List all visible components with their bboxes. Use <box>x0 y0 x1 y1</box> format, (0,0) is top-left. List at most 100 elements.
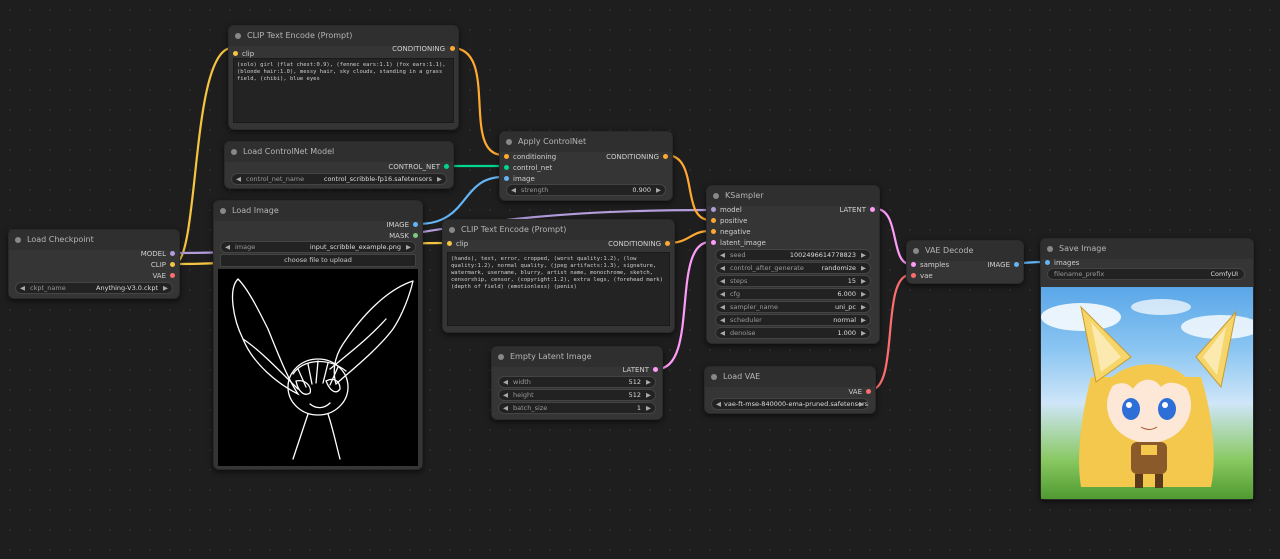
node-title[interactable]: Load ControlNet Model <box>225 142 453 162</box>
output-conditioning[interactable]: CONDITIONING <box>608 239 670 249</box>
arrow-right-icon[interactable]: ▶ <box>861 250 866 260</box>
cfg-widget[interactable]: ◀ cfg 6.000 ▶ <box>715 288 871 300</box>
collapse-dot-icon[interactable] <box>498 354 504 360</box>
port-dot-icon[interactable] <box>447 241 452 246</box>
arrow-right-icon[interactable]: ▶ <box>646 403 651 413</box>
input-clip[interactable]: clip <box>447 239 468 249</box>
node-save-image[interactable]: Save Image images filename_prefix ComfyU… <box>1040 238 1254 500</box>
prompt-textarea[interactable]: (solo) girl (flat chest:0.9), (fennec ea… <box>233 58 454 123</box>
arrow-left-icon[interactable]: ◀ <box>503 403 508 413</box>
arrow-right-icon[interactable]: ▶ <box>861 276 866 286</box>
port-dot-icon[interactable] <box>711 207 716 212</box>
arrow-right-icon[interactable]: ▶ <box>406 242 411 252</box>
vae-name-select[interactable]: ◀ vae-ft-mse-840000-ema-pruned.safetenso… <box>711 398 869 410</box>
port-dot-icon[interactable] <box>1014 262 1019 267</box>
port-dot-icon[interactable] <box>711 240 716 245</box>
filename-prefix-input[interactable]: filename_prefix ComfyUI <box>1047 268 1245 280</box>
port-dot-icon[interactable] <box>911 262 916 267</box>
port-dot-icon[interactable] <box>653 367 658 372</box>
seed-widget[interactable]: ◀ seed 1002496614778823 ▶ <box>715 249 871 261</box>
port-dot-icon[interactable] <box>504 154 509 159</box>
collapse-dot-icon[interactable] <box>506 139 512 145</box>
output-conditioning[interactable]: CONDITIONING <box>392 44 455 54</box>
port-dot-icon[interactable] <box>711 218 716 223</box>
input-image[interactable]: image <box>504 174 535 184</box>
port-dot-icon[interactable] <box>450 46 455 51</box>
arrow-right-icon[interactable]: ▶ <box>861 289 866 299</box>
arrow-right-icon[interactable]: ▶ <box>656 185 661 195</box>
arrow-right-icon[interactable]: ▶ <box>859 399 864 409</box>
arrow-right-icon[interactable]: ▶ <box>646 390 651 400</box>
input-model[interactable]: model <box>711 205 742 215</box>
port-dot-icon[interactable] <box>504 176 509 181</box>
arrow-left-icon[interactable]: ◀ <box>20 283 25 293</box>
output-image[interactable]: IMAGE <box>386 220 418 230</box>
port-dot-icon[interactable] <box>444 164 449 169</box>
output-image[interactable]: IMAGE <box>987 260 1019 270</box>
port-dot-icon[interactable] <box>866 389 871 394</box>
arrow-left-icon[interactable]: ◀ <box>503 390 508 400</box>
width-widget[interactable]: ◀ width 512 ▶ <box>498 376 656 388</box>
node-clip-text-negative[interactable]: CLIP Text Encode (Prompt) clip CONDITION… <box>442 219 675 333</box>
arrow-left-icon[interactable]: ◀ <box>720 328 725 338</box>
port-dot-icon[interactable] <box>413 233 418 238</box>
port-dot-icon[interactable] <box>870 207 875 212</box>
control-net-name-select[interactable]: ◀ control_net_name control_scribble-fp16… <box>231 173 447 185</box>
strength-slider[interactable]: ◀ strength 0.900 ▶ <box>506 184 666 196</box>
arrow-right-icon[interactable]: ▶ <box>437 174 442 184</box>
arrow-left-icon[interactable]: ◀ <box>503 377 508 387</box>
node-load-controlnet[interactable]: Load ControlNet Model CONTROL_NET ◀ cont… <box>224 141 454 189</box>
node-title[interactable]: Empty Latent Image <box>492 347 662 367</box>
output-vae[interactable]: VAE <box>152 271 175 281</box>
arrow-right-icon[interactable]: ▶ <box>861 263 866 273</box>
denoise-widget[interactable]: ◀ denoise 1.000 ▶ <box>715 327 871 339</box>
collapse-dot-icon[interactable] <box>449 227 455 233</box>
arrow-right-icon[interactable]: ▶ <box>646 377 651 387</box>
collapse-dot-icon[interactable] <box>1047 246 1053 252</box>
steps-widget[interactable]: ◀ steps 15 ▶ <box>715 275 871 287</box>
node-title[interactable]: Apply ControlNet <box>500 132 672 152</box>
sampler-name-widget[interactable]: ◀ sampler_name uni_pc ▶ <box>715 301 871 313</box>
input-vae[interactable]: vae <box>911 271 933 281</box>
node-empty-latent[interactable]: Empty Latent Image LATENT ◀ width 512 ▶ ◀ he… <box>491 346 663 420</box>
arrow-left-icon[interactable]: ◀ <box>716 399 721 409</box>
input-conditioning[interactable]: conditioning <box>504 152 556 162</box>
node-title[interactable]: Load VAE <box>705 367 875 387</box>
node-title[interactable]: VAE Decode <box>907 241 1023 261</box>
arrow-left-icon[interactable]: ◀ <box>511 185 516 195</box>
arrow-left-icon[interactable]: ◀ <box>720 302 725 312</box>
node-ksampler[interactable]: KSampler model positive negative latent_… <box>706 185 880 344</box>
input-latent-image[interactable]: latent_image <box>711 238 766 248</box>
port-dot-icon[interactable] <box>170 273 175 278</box>
node-load-vae[interactable]: Load VAE VAE ◀ vae-ft-mse-840000-ema-pru… <box>704 366 876 414</box>
output-clip[interactable]: CLIP <box>151 260 175 270</box>
port-dot-icon[interactable] <box>170 251 175 256</box>
input-images[interactable]: images <box>1045 258 1079 268</box>
port-dot-icon[interactable] <box>1045 260 1050 265</box>
node-title[interactable]: Load Checkpoint <box>9 230 179 250</box>
arrow-left-icon[interactable]: ◀ <box>720 315 725 325</box>
collapse-dot-icon[interactable] <box>713 193 719 199</box>
node-title[interactable]: Load Image <box>214 201 422 221</box>
output-conditioning[interactable]: CONDITIONING <box>606 152 668 162</box>
output-model[interactable]: MODEL <box>141 249 175 259</box>
node-title[interactable]: KSampler <box>707 186 879 206</box>
port-dot-icon[interactable] <box>504 165 509 170</box>
upload-button[interactable]: choose file to upload <box>220 254 416 267</box>
output-mask[interactable]: MASK <box>389 231 418 241</box>
batch-size-widget[interactable]: ◀ batch_size 1 ▶ <box>498 402 656 414</box>
scheduler-widget[interactable]: ◀ scheduler normal ▶ <box>715 314 871 326</box>
collapse-dot-icon[interactable] <box>15 237 21 243</box>
arrow-right-icon[interactable]: ▶ <box>861 315 866 325</box>
ckpt-name-select[interactable]: ◀ ckpt_name Anything-V3.0.ckpt ▶ <box>15 282 173 294</box>
port-dot-icon[interactable] <box>665 241 670 246</box>
port-dot-icon[interactable] <box>170 262 175 267</box>
control-after-generate-widget[interactable]: ◀ control_after_generate randomize ▶ <box>715 262 871 274</box>
input-positive[interactable]: positive <box>711 216 747 226</box>
output-control-net[interactable]: CONTROL_NET <box>388 162 449 172</box>
arrow-left-icon[interactable]: ◀ <box>720 276 725 286</box>
input-samples[interactable]: samples <box>911 260 949 270</box>
height-widget[interactable]: ◀ height 512 ▶ <box>498 389 656 401</box>
node-vae-decode[interactable]: VAE Decode samples vae IMAGE <box>906 240 1024 284</box>
output-vae[interactable]: VAE <box>848 387 871 397</box>
